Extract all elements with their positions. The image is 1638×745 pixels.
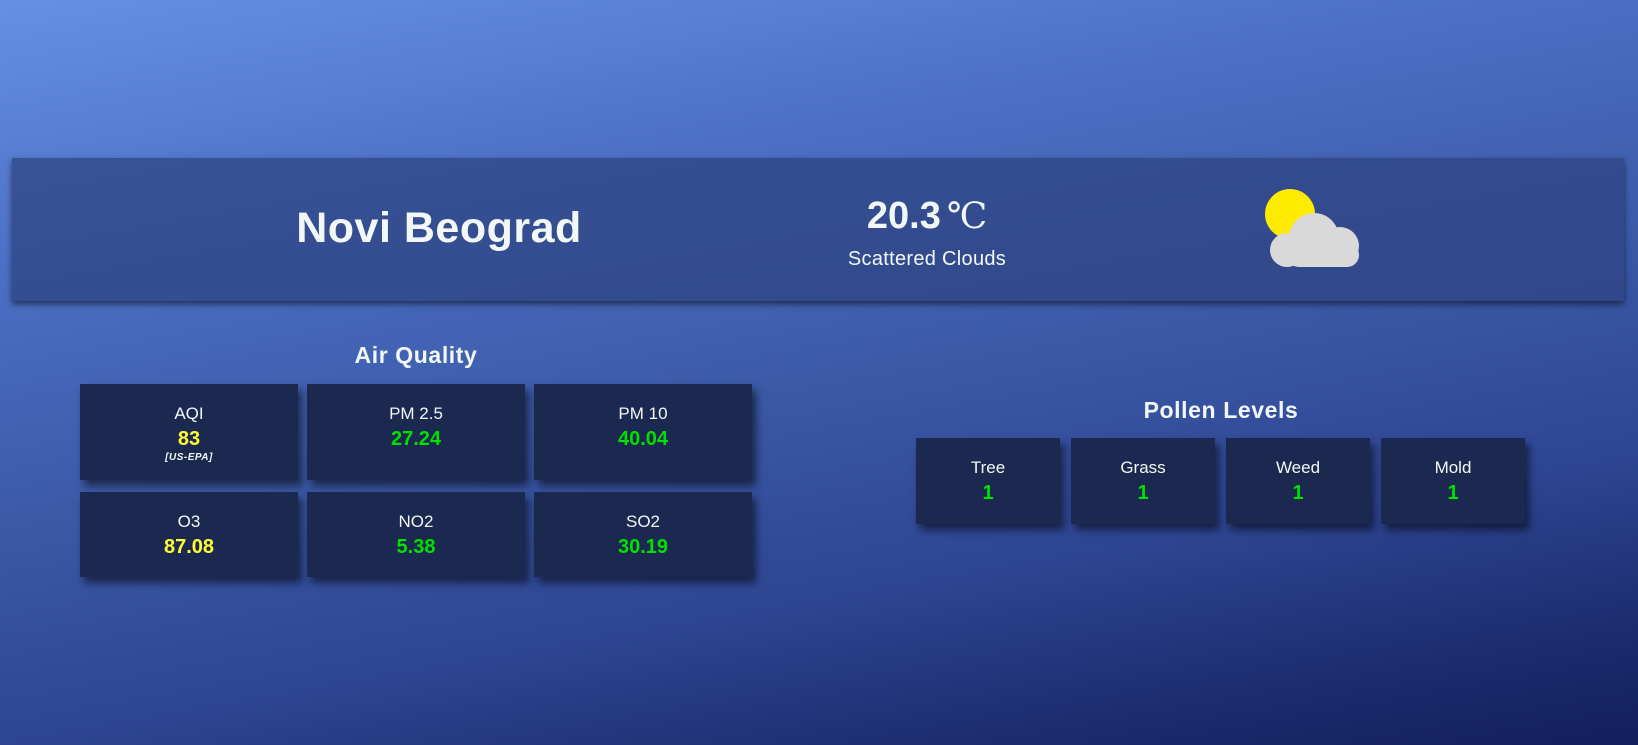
pollen-levels-title: Pollen Levels [1143, 397, 1299, 423]
pm25-label: PM 2.5 [389, 404, 443, 423]
temperature-readout: 20.3 ℃ [772, 194, 1082, 238]
pollen-weed-card: Weed 1 [1226, 438, 1370, 524]
o3-label: O3 [177, 512, 201, 531]
pm10-card: PM 10 40.04 [534, 384, 752, 480]
o3-value: 87.08 [163, 536, 215, 558]
pollen-tree-card: Tree 1 [916, 438, 1060, 524]
aqi-label: AQI [174, 404, 204, 423]
pm10-value: 40.04 [617, 428, 669, 450]
current-weather-panel: Novi Beograd 20.3 ℃ Scattered Clouds [12, 158, 1624, 301]
aqi-value: 83 [177, 428, 201, 450]
partly-cloudy-icon [1265, 189, 1359, 267]
weather-condition: Scattered Clouds [847, 248, 1007, 270]
air-quality-title: Air Quality [354, 342, 478, 368]
no2-value: 5.38 [396, 536, 436, 558]
city-name: Novi Beograd [296, 204, 582, 252]
pm25-card: PM 2.5 27.24 [307, 384, 525, 480]
pollen-weed-value: 1 [1292, 482, 1304, 504]
pollen-tree-label: Tree [970, 458, 1006, 477]
pollen-mold-label: Mold [1434, 458, 1472, 477]
o3-card: O3 87.08 [80, 492, 298, 577]
pollen-grass-card: Grass 1 [1071, 438, 1215, 524]
no2-label: NO2 [398, 512, 434, 531]
aqi-card: AQI 83 [US-EPA] [80, 384, 298, 480]
so2-label: SO2 [625, 512, 661, 531]
temperature-value: 20.3 [866, 195, 941, 237]
pollen-mold-value: 1 [1447, 482, 1459, 504]
pollen-mold-card: Mold 1 [1381, 438, 1525, 524]
pollen-grass-label: Grass [1120, 458, 1166, 477]
pm10-label: PM 10 [618, 404, 668, 423]
temperature-block: 20.3 ℃ Scattered Clouds [772, 194, 1082, 271]
pollen-grass-value: 1 [1137, 482, 1149, 504]
so2-card: SO2 30.19 [534, 492, 752, 577]
so2-value: 30.19 [617, 536, 669, 558]
no2-card: NO2 5.38 [307, 492, 525, 577]
pm25-value: 27.24 [390, 428, 442, 450]
temperature-unit: ℃ [946, 196, 988, 236]
pollen-weed-label: Weed [1275, 458, 1321, 477]
pollen-tree-value: 1 [982, 482, 994, 504]
aqi-scale: [US-EPA] [165, 452, 213, 463]
